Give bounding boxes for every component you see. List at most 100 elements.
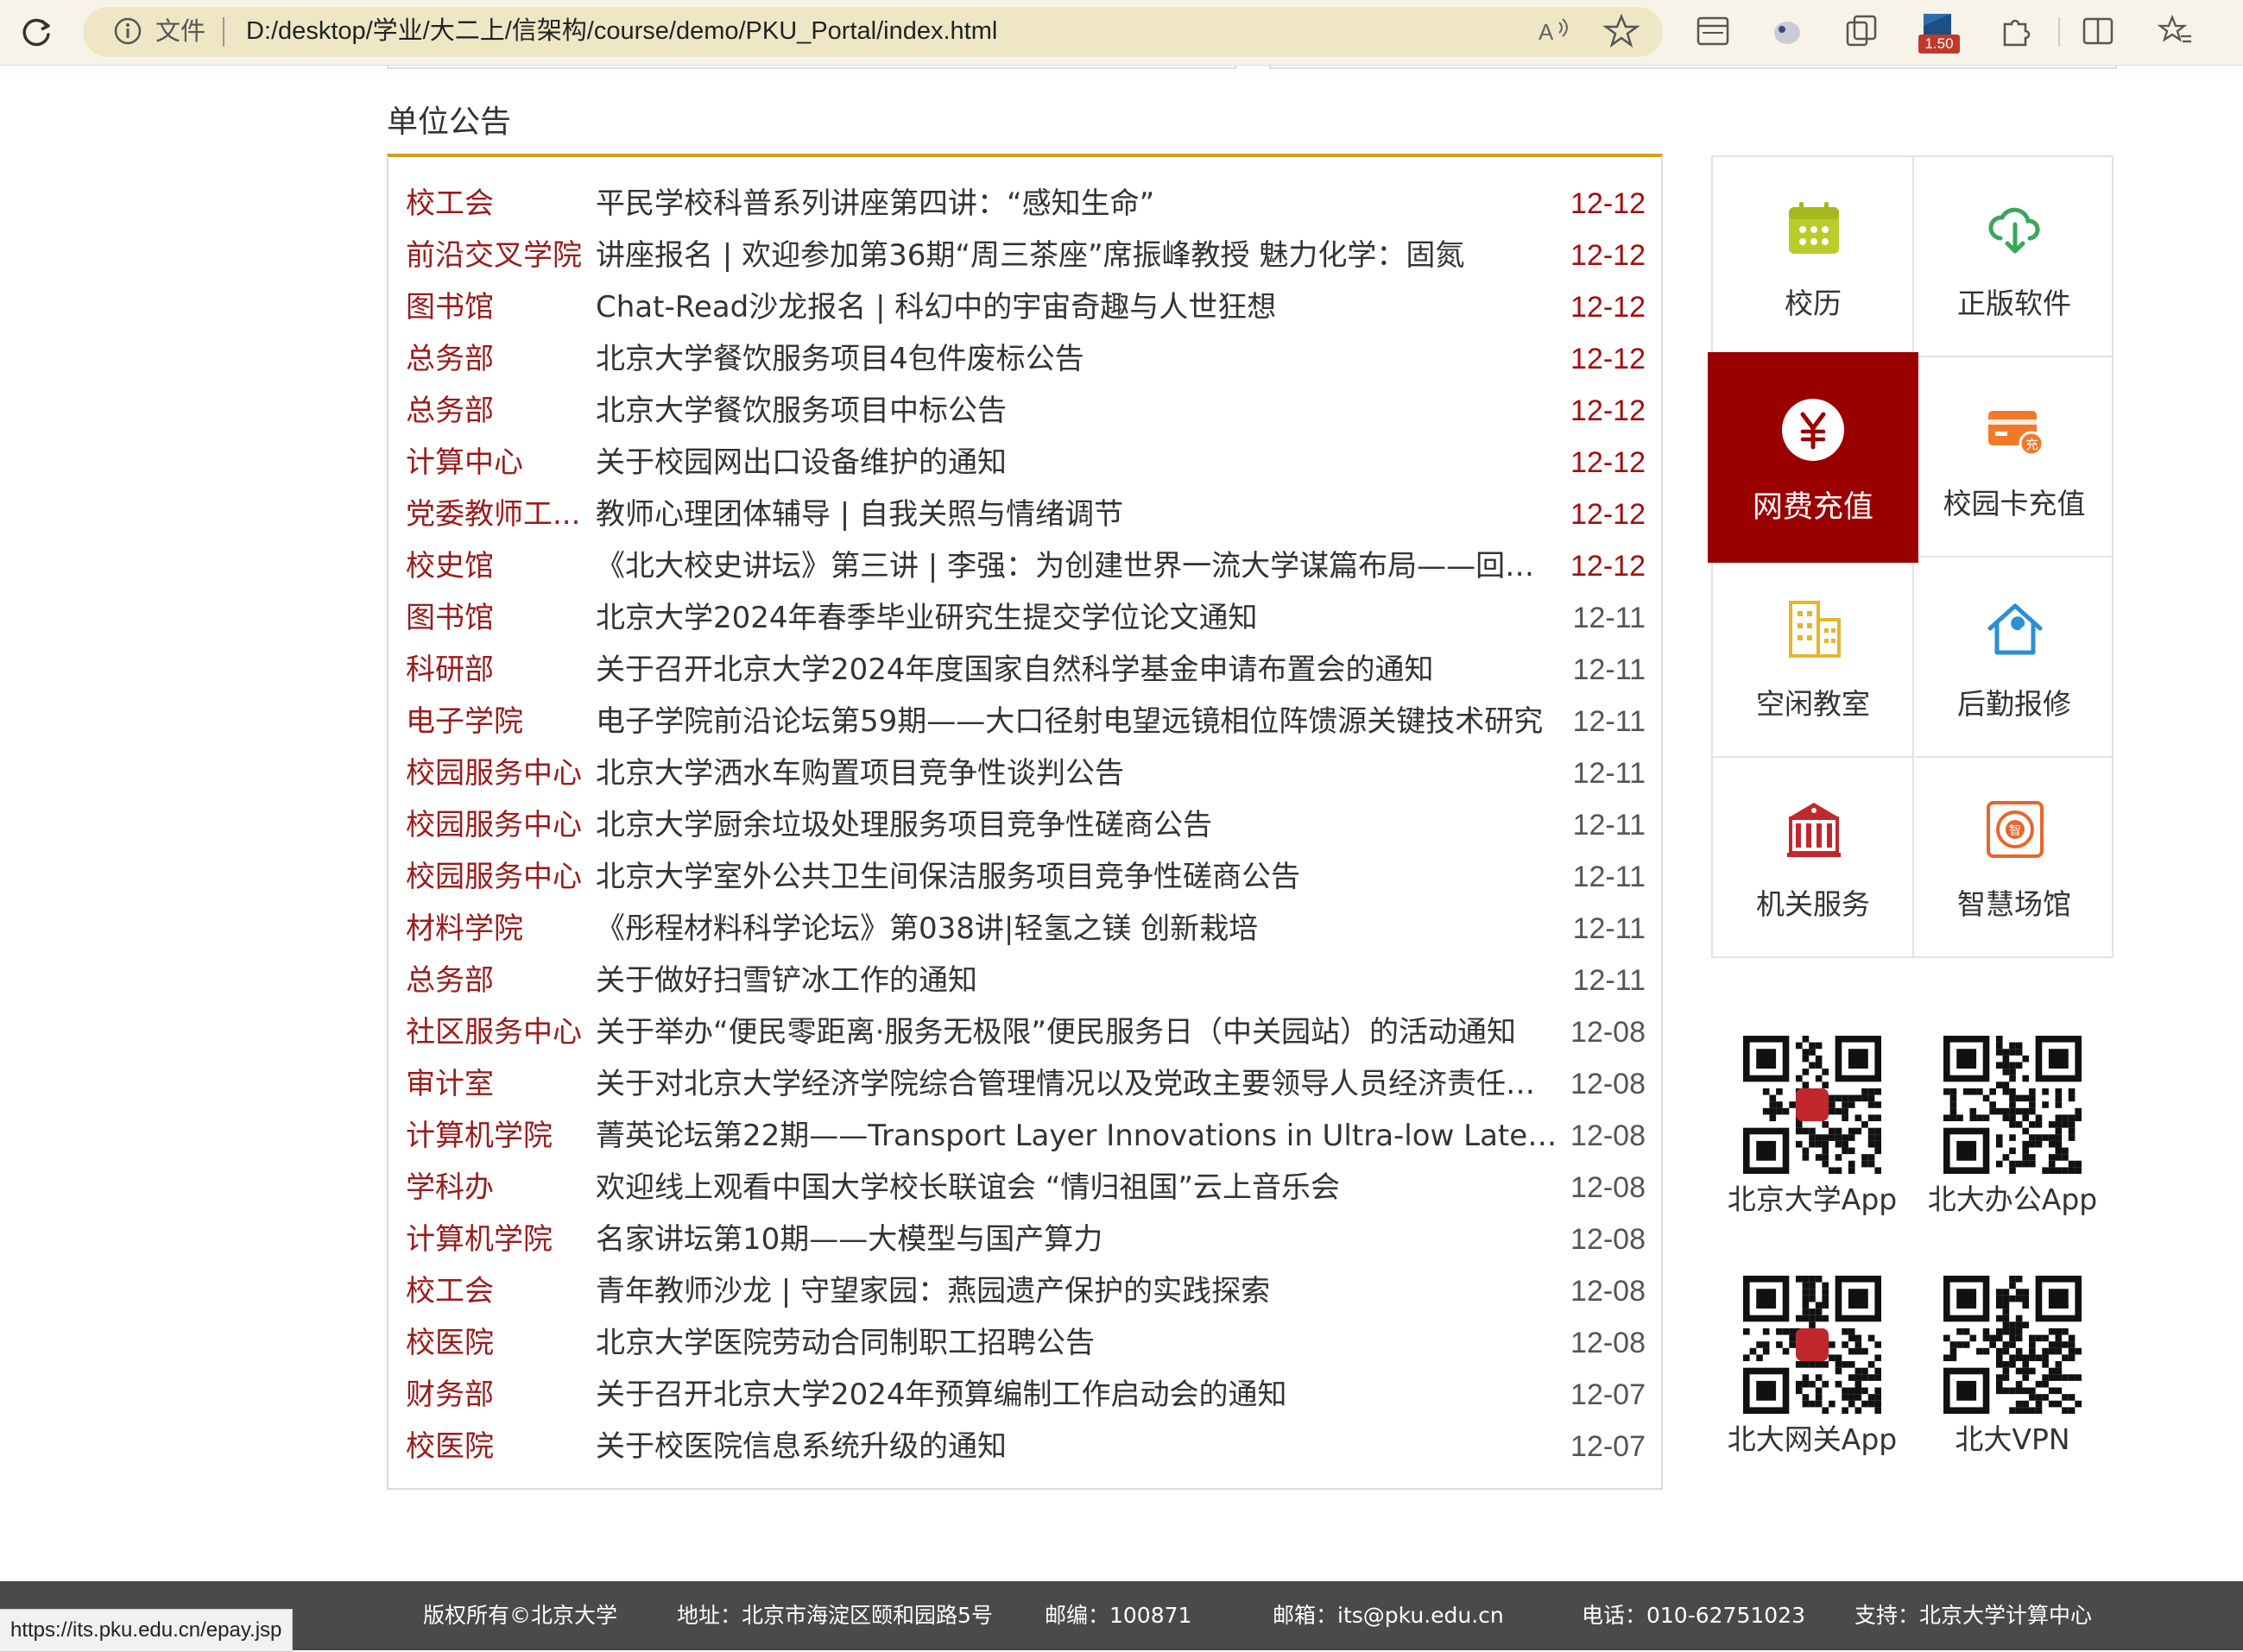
read-aloud-icon[interactable]: A: [1535, 12, 1573, 50]
notice-title-link[interactable]: 教师心理团体辅导 | 自我关照与情绪调节: [596, 489, 1558, 540]
footer-phone: 电话：010-62751023: [1582, 1603, 1805, 1628]
notice-unit[interactable]: 科研部: [406, 644, 587, 696]
service-calendar[interactable]: 校历: [1713, 157, 1913, 357]
notice-unit[interactable]: 党委教师工...: [406, 489, 587, 540]
notice-unit[interactable]: 校园服务中心: [406, 851, 587, 903]
url-text[interactable]: D:/desktop/学业/大二上/信架构/course/demo/PKU_Po…: [246, 12, 997, 50]
notice-row[interactable]: 电子学院 电子学院前沿论坛第59期——大口径射电望远镜相位阵馈源关键技术研究 12-…: [387, 696, 1663, 747]
notice-row[interactable]: 计算机学院 菁英论坛第22期——Transport Layer Innovatio…: [387, 1110, 1663, 1162]
notice-row[interactable]: 校园服务中心 北京大学室外公共卫生间保洁服务项目竞争性磋商公告 12-11: [387, 851, 1663, 903]
notice-title-link[interactable]: 欢迎线上观看中国大学校长联谊会 “情归祖国”云上音乐会: [596, 1162, 1558, 1214]
notice-title-link[interactable]: 《北大校史讲坛》第三讲 | 李强：为创建世界一流大学谋篇布局——回顾本...: [596, 540, 1558, 592]
notice-row[interactable]: 校工会 青年教师沙龙 | 守望家园：燕园遗产保护的实践探索 12-08: [387, 1265, 1663, 1317]
notice-title-link[interactable]: 关于召开北京大学2024年预算编制工作启动会的通知: [596, 1369, 1558, 1421]
notice-unit[interactable]: 电子学院: [406, 696, 587, 747]
notice-title-link[interactable]: 北京大学医院劳动合同制职工招聘公告: [596, 1317, 1558, 1369]
notice-title-link[interactable]: 关于举办“便民零距离·服务无极限”便民服务日（中关园站）的活动通知: [596, 1006, 1558, 1058]
notice-title-link[interactable]: 讲座报名 | 欢迎参加第36期“周三茶座”席振峰教授 魅力化学：固氮: [596, 230, 1558, 281]
notice-unit[interactable]: 财务部: [406, 1369, 587, 1421]
service-smart-venue[interactable]: 智 智慧场馆: [1914, 758, 2114, 958]
notice-row[interactable]: 图书馆 Chat-Read沙龙报名 | 科幻中的宇宙奇趣与人世狂想 12-12: [387, 281, 1663, 333]
service-card-recharge[interactable]: 充 校园卡充值: [1914, 357, 2114, 558]
app-pku[interactable]: 北京大学App: [1713, 1036, 1911, 1220]
notice-row[interactable]: 总务部 北京大学餐饮服务项目中标公告 12-12: [387, 385, 1663, 437]
notice-unit[interactable]: 校园服务中心: [406, 747, 587, 799]
notice-unit[interactable]: 校工会: [406, 178, 587, 230]
notice-title-link[interactable]: 关于校医院信息系统升级的通知: [596, 1421, 1558, 1472]
notice-unit[interactable]: 总务部: [406, 385, 587, 437]
notice-row[interactable]: 社区服务中心 关于举办“便民零距离·服务无极限”便民服务日（中关园站）的活动通知 1…: [387, 1006, 1663, 1058]
notice-title-link[interactable]: 关于校园网出口设备维护的通知: [596, 437, 1558, 489]
app-gateway[interactable]: 北大网关App: [1713, 1276, 1911, 1460]
notice-row[interactable]: 总务部 关于做好扫雪铲冰工作的通知 12-11: [387, 955, 1663, 1006]
notice-title-link[interactable]: 北京大学餐饮服务项目中标公告: [596, 385, 1558, 437]
notice-unit[interactable]: 计算机学院: [406, 1214, 587, 1265]
info-icon[interactable]: [112, 16, 143, 47]
favorite-star-icon[interactable]: [1602, 12, 1640, 50]
notice-row[interactable]: 财务部 关于召开北京大学2024年预算编制工作启动会的通知 12-07: [387, 1369, 1663, 1421]
service-repair[interactable]: 后勤报修: [1914, 558, 2114, 758]
notice-title-link[interactable]: 平民学校科普系列讲座第四讲：“感知生命”: [596, 178, 1558, 230]
notice-title-link[interactable]: 北京大学餐饮服务项目4包件废标公告: [596, 333, 1558, 385]
notice-title-link[interactable]: 北京大学2024年春季毕业研究生提交学位论文通知: [596, 592, 1558, 644]
notice-title-link[interactable]: Chat-Read沙龙报名 | 科幻中的宇宙奇趣与人世狂想: [596, 281, 1558, 333]
notice-unit[interactable]: 校工会: [406, 1265, 587, 1317]
notice-unit[interactable]: 总务部: [406, 333, 587, 385]
app-vpn[interactable]: 北大VPN: [1913, 1276, 2112, 1460]
notice-unit[interactable]: 前沿交叉学院: [406, 230, 587, 281]
notice-title-link[interactable]: 关于召开北京大学2024年度国家自然科学基金申请布置会的通知: [596, 644, 1558, 696]
service-office[interactable]: 机关服务: [1713, 758, 1913, 958]
notice-title-link[interactable]: 菁英论坛第22期——Transport Layer Innovations in…: [596, 1110, 1558, 1162]
notice-title-link[interactable]: 北京大学室外公共卫生间保洁服务项目竞争性磋商公告: [596, 851, 1558, 903]
notice-title-link[interactable]: 电子学院前沿论坛第59期——大口径射电望远镜相位阵馈源关键技术研究: [596, 696, 1558, 747]
notice-row[interactable]: 图书馆 北京大学2024年春季毕业研究生提交学位论文通知 12-11: [387, 592, 1663, 644]
footer-email[interactable]: 邮箱：its@pku.edu.cn: [1273, 1581, 1504, 1650]
notice-title-link[interactable]: 青年教师沙龙 | 守望家园：燕园遗产保护的实践探索: [596, 1265, 1558, 1317]
notice-row[interactable]: 科研部 关于召开北京大学2024年度国家自然科学基金申请布置会的通知 12-11: [387, 644, 1663, 696]
notice-unit[interactable]: 学科办: [406, 1162, 587, 1214]
notice-row[interactable]: 审计室 关于对北京大学经济学院综合管理情况以及党政主要领导人员经济责任进行... 1…: [387, 1058, 1663, 1110]
notice-title-link[interactable]: 北京大学厨余垃圾处理服务项目竞争性磋商公告: [596, 799, 1558, 851]
notice-row[interactable]: 校园服务中心 北京大学洒水车购置项目竞争性谈判公告 12-11: [387, 747, 1663, 799]
split-screen-icon[interactable]: [2079, 12, 2117, 50]
app-office[interactable]: 北大办公App: [1913, 1036, 2112, 1220]
notice-unit[interactable]: 审计室: [406, 1058, 587, 1110]
notice-row[interactable]: 计算机学院 名家讲坛第10期——大模型与国产算力 12-08: [387, 1214, 1663, 1265]
notice-title-link[interactable]: 《彤程材料科学论坛》第038讲|轻氢之镁 创新栽培: [596, 903, 1558, 955]
notice-unit[interactable]: 计算机学院: [406, 1110, 587, 1162]
notice-row[interactable]: 党委教师工... 教师心理团体辅导 | 自我关照与情绪调节 12-12: [387, 489, 1663, 540]
notice-row[interactable]: 学科办 欢迎线上观看中国大学校长联谊会 “情归祖国”云上音乐会 12-08: [387, 1162, 1663, 1214]
notice-title-link[interactable]: 关于做好扫雪铲冰工作的通知: [596, 955, 1558, 1006]
reload-icon[interactable]: [16, 12, 57, 54]
service-net-fee[interactable]: 网费充值: [1708, 352, 1918, 563]
notice-row[interactable]: 计算中心 关于校园网出口设备维护的通知 12-12: [387, 437, 1663, 489]
collections-icon[interactable]: [1842, 12, 1880, 50]
notice-title-link[interactable]: 名家讲坛第10期——大模型与国产算力: [596, 1214, 1558, 1265]
notice-unit[interactable]: 总务部: [406, 955, 587, 1006]
notice-unit[interactable]: 校史馆: [406, 540, 587, 592]
notice-row[interactable]: 校工会 平民学校科普系列讲座第四讲：“感知生命” 12-12: [387, 178, 1663, 230]
service-free-classroom[interactable]: 空闲教室: [1713, 558, 1913, 758]
notice-unit[interactable]: 图书馆: [406, 592, 587, 644]
notice-unit[interactable]: 社区服务中心: [406, 1006, 587, 1058]
notice-row[interactable]: 校医院 关于校医院信息系统升级的通知 12-07: [387, 1421, 1663, 1472]
extensions-puzzle-icon[interactable]: [1996, 12, 2034, 50]
notice-unit[interactable]: 材料学院: [406, 903, 587, 955]
notice-row[interactable]: 总务部 北京大学餐饮服务项目4包件废标公告 12-12: [387, 333, 1663, 385]
notice-unit[interactable]: 校医院: [406, 1317, 587, 1369]
notice-row[interactable]: 校史馆 《北大校史讲坛》第三讲 | 李强：为创建世界一流大学谋篇布局——回顾本..…: [387, 540, 1663, 592]
reading-view-icon[interactable]: [1694, 12, 1732, 50]
favorites-list-icon[interactable]: [2157, 12, 2195, 50]
notice-unit[interactable]: 校园服务中心: [406, 799, 587, 851]
notice-row[interactable]: 前沿交叉学院 讲座报名 | 欢迎参加第36期“周三茶座”席振峰教授 魅力化学：固氮…: [387, 230, 1663, 281]
notice-unit[interactable]: 校医院: [406, 1421, 587, 1472]
notice-unit[interactable]: 图书馆: [406, 281, 587, 333]
extension-bird-icon[interactable]: [1768, 12, 1806, 50]
notice-row[interactable]: 校医院 北京大学医院劳动合同制职工招聘公告 12-08: [387, 1317, 1663, 1369]
notice-title-link[interactable]: 关于对北京大学经济学院综合管理情况以及党政主要领导人员经济责任进行...: [596, 1058, 1558, 1110]
notice-row[interactable]: 材料学院 《彤程材料科学论坛》第038讲|轻氢之镁 创新栽培 12-11: [387, 903, 1663, 955]
notice-unit[interactable]: 计算中心: [406, 437, 587, 489]
notice-title-link[interactable]: 北京大学洒水车购置项目竞争性谈判公告: [596, 747, 1558, 799]
service-software[interactable]: 正版软件: [1914, 157, 2114, 357]
notice-row[interactable]: 校园服务中心 北京大学厨余垃圾处理服务项目竞争性磋商公告 12-11: [387, 799, 1663, 851]
